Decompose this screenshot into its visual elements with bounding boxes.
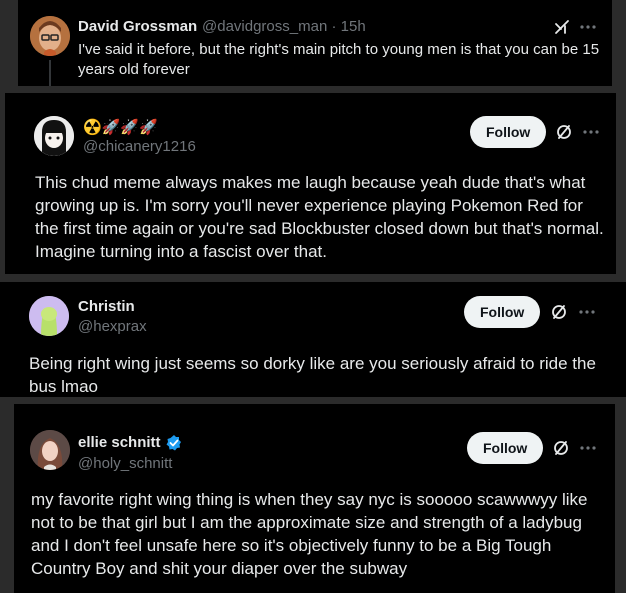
- translate-icon[interactable]: [550, 303, 568, 321]
- verified-badge-icon: [166, 435, 181, 451]
- post-text: Being right wing just seems so dorky lik…: [29, 354, 596, 396]
- author-handle[interactable]: @davidgross_man · 15h: [202, 18, 366, 35]
- more-icon[interactable]: [579, 439, 597, 457]
- translate-icon[interactable]: [552, 439, 570, 457]
- post-time[interactable]: 15h: [341, 18, 366, 35]
- follow-button[interactable]: Follow: [470, 116, 547, 148]
- author-handle[interactable]: @chicanery1216: [83, 138, 196, 155]
- post-card-ellie: ellie schnitt @holy_schnitt Follow my fa…: [14, 404, 615, 593]
- grok-icon[interactable]: [553, 18, 571, 36]
- author-handle[interactable]: @holy_schnitt: [78, 455, 172, 472]
- thread-line: [49, 60, 51, 86]
- translate-icon[interactable]: [555, 123, 573, 141]
- post-card-christin: Christin @hexprax Follow Being right win…: [0, 282, 626, 397]
- post-text: This chud meme always makes me laugh bec…: [35, 173, 604, 261]
- more-icon[interactable]: [582, 123, 600, 141]
- more-icon[interactable]: [578, 303, 596, 321]
- avatar[interactable]: [29, 296, 69, 336]
- avatar[interactable]: [34, 116, 74, 156]
- avatar[interactable]: [30, 430, 70, 470]
- author-name[interactable]: ellie schnitt: [78, 434, 161, 451]
- author-handle[interactable]: @hexprax: [78, 318, 147, 335]
- post-card-davidgross: David Grossman @davidgross_man · 15h I'v…: [18, 0, 612, 86]
- author-name[interactable]: Christin: [78, 298, 135, 315]
- post-text: my favorite right wing thing is when the…: [31, 490, 588, 578]
- post-card-chicanery: ☢️🚀🚀🚀 @chicanery1216 Follow This chud me…: [5, 93, 616, 274]
- author-name[interactable]: David Grossman: [78, 18, 197, 35]
- post-text: I've said it before, but the right's mai…: [78, 41, 600, 78]
- follow-button[interactable]: Follow: [467, 432, 544, 464]
- more-icon[interactable]: [579, 18, 597, 36]
- author-name[interactable]: ☢️🚀🚀🚀: [83, 118, 158, 136]
- avatar[interactable]: [30, 16, 70, 56]
- follow-button[interactable]: Follow: [464, 296, 541, 328]
